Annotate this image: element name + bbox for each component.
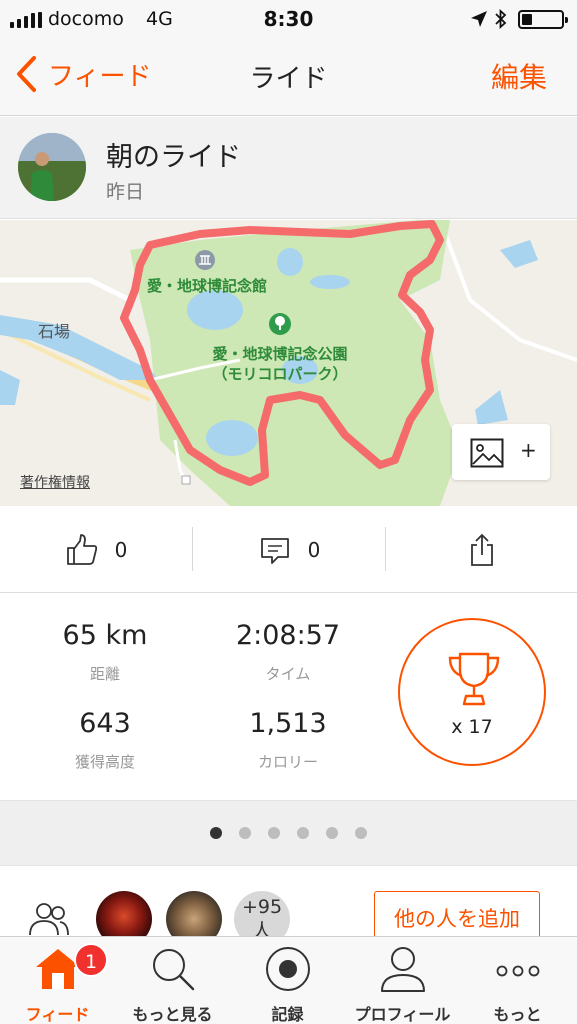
image-icon — [470, 438, 504, 468]
map-label-museum: 愛・地球博記念館 — [146, 277, 267, 295]
avatar[interactable] — [166, 891, 222, 937]
trophy-icon — [448, 652, 500, 706]
map-label-park-sub: （モリコロパーク） — [212, 365, 348, 383]
tab-label: もっと — [493, 1005, 542, 1024]
kudos-row: +95 人 他の人を追加 — [0, 867, 577, 937]
page-dots[interactable] — [210, 827, 367, 839]
page-dot[interactable] — [326, 827, 338, 839]
activity-stats: 65 km 距離 2:08:57 タイム 643 獲得高度 1,513 カロリー… — [0, 594, 577, 800]
tab-label: プロフィール — [354, 1005, 451, 1024]
bluetooth-icon — [495, 9, 507, 29]
more-people-count: +95 人 — [241, 896, 283, 937]
achievements-button[interactable]: x 17 — [398, 618, 546, 766]
group-icon — [29, 903, 69, 936]
record-icon — [266, 947, 310, 991]
more-icon — [496, 965, 540, 977]
comment-button[interactable]: 0 — [193, 507, 385, 593]
tab-more[interactable]: もっと — [460, 937, 575, 1024]
stat-calories-value: 1,513 — [249, 708, 327, 739]
stat-distance: 65 km 距離 — [25, 620, 185, 684]
add-others-button[interactable]: 他の人を追加 — [374, 891, 540, 937]
stat-time: 2:08:57 タイム — [208, 620, 368, 684]
page-dot[interactable] — [297, 827, 309, 839]
stat-calories: 1,513 カロリー — [208, 708, 368, 772]
tab-label: フィード — [25, 1005, 90, 1024]
add-photo-plus: + — [520, 438, 537, 462]
tab-label: 記録 — [271, 1005, 304, 1024]
page-indicator[interactable] — [0, 800, 577, 866]
map-label-town: 石場 — [38, 322, 71, 341]
battery-icon — [518, 10, 568, 29]
person-icon — [381, 947, 425, 992]
activity-date: 昨日 — [106, 181, 145, 203]
tab-profile[interactable]: プロフィール — [345, 937, 460, 1024]
notification-badge: 1 — [74, 943, 108, 977]
comment-icon — [260, 538, 289, 564]
activity-title: 朝のライド — [106, 142, 241, 173]
page-dot[interactable] — [239, 827, 251, 839]
thumbs-up-icon — [66, 534, 97, 565]
tab-label: もっと見る — [132, 1005, 213, 1024]
route-map[interactable]: 愛・地球博記念館 愛・地球博記念公園 （モリコロパーク） 石場 著作権情報 + — [0, 220, 577, 506]
kudos-count: 0 — [114, 538, 128, 562]
location-arrow-icon — [471, 11, 487, 27]
stat-elevation-value: 643 — [79, 708, 131, 739]
tab-record[interactable]: 記録 — [230, 937, 345, 1024]
page-dot[interactable] — [210, 827, 222, 839]
avatar[interactable] — [96, 891, 152, 937]
stat-time-label: タイム — [265, 665, 311, 683]
tab-explore[interactable]: もっと見る — [115, 937, 230, 1024]
search-icon — [153, 949, 195, 991]
stat-calories-label: カロリー — [257, 753, 318, 771]
edit-button[interactable]: 編集 — [491, 56, 547, 96]
page-dot[interactable] — [355, 827, 367, 839]
stat-elevation-label: 獲得高度 — [74, 753, 135, 771]
page-dot[interactable] — [268, 827, 280, 839]
stat-distance-value: 65 km — [62, 620, 148, 651]
nav-bar: フィード ライド 編集 — [0, 40, 577, 116]
stat-time-value: 2:08:57 — [235, 620, 341, 651]
kudos-button[interactable]: 0 — [0, 507, 192, 593]
share-icon — [470, 533, 493, 566]
comment-count: 0 — [307, 538, 321, 562]
share-button[interactable] — [386, 507, 577, 593]
social-actions: 0 0 — [0, 507, 577, 593]
stat-elevation: 643 獲得高度 — [25, 708, 185, 772]
tab-bar: 1 フィード もっと見る 記録 プロフィール もっと — [0, 936, 577, 1024]
tab-feed[interactable]: 1 フィード — [0, 937, 115, 1024]
map-label-park: 愛・地球博記念公園 — [212, 345, 348, 363]
map-copyright-link[interactable]: 著作権情報 — [20, 472, 90, 492]
avatar[interactable] — [18, 133, 86, 201]
status-bar: docomo 4G 8:30 — [0, 0, 577, 40]
clock: 8:30 — [263, 7, 314, 31]
activity-header[interactable]: 朝のライド 昨日 — [0, 117, 577, 219]
stat-distance-label: 距離 — [89, 665, 120, 683]
achievements-count: x 17 — [451, 716, 493, 738]
more-people-badge[interactable]: +95 人 — [234, 891, 290, 937]
add-photo-button[interactable]: + — [452, 424, 550, 480]
